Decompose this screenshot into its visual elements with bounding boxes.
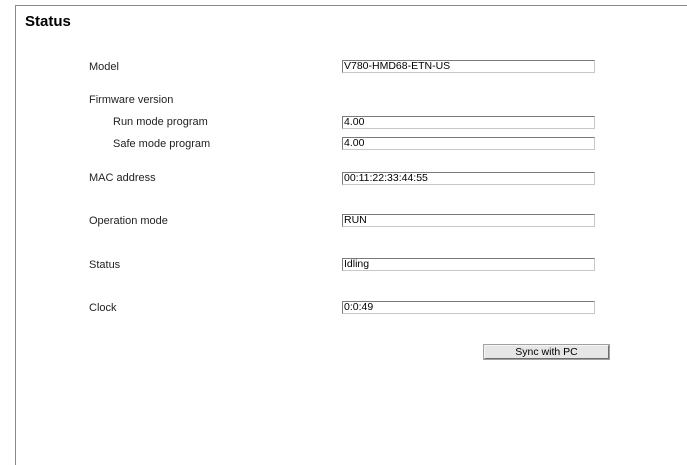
- operation-mode-field: RUN: [342, 214, 595, 227]
- run-mode-program-label: Run mode program: [113, 116, 208, 128]
- safe-mode-program-field: 4.00: [342, 137, 595, 150]
- run-mode-program-field: 4.00: [342, 116, 595, 129]
- model-field: V780-HMD68-ETN-US: [342, 60, 595, 73]
- clock-field: 0:0:49: [342, 301, 595, 314]
- mac-address-label: MAC address: [89, 172, 156, 184]
- content-frame: [15, 5, 687, 465]
- clock-label: Clock: [89, 302, 117, 314]
- model-label: Model: [89, 61, 119, 73]
- operation-mode-label: Operation mode: [89, 215, 168, 227]
- safe-mode-program-label: Safe mode program: [113, 138, 211, 150]
- status-label: Status: [89, 259, 121, 271]
- sync-with-pc-button[interactable]: Sync with PC: [484, 345, 609, 359]
- status-field: Idling: [342, 258, 595, 271]
- mac-address-field: 00:11:22:33:44:55: [342, 172, 595, 185]
- page-title: Status: [25, 13, 71, 30]
- firmware-version-label: Firmware version: [89, 94, 174, 106]
